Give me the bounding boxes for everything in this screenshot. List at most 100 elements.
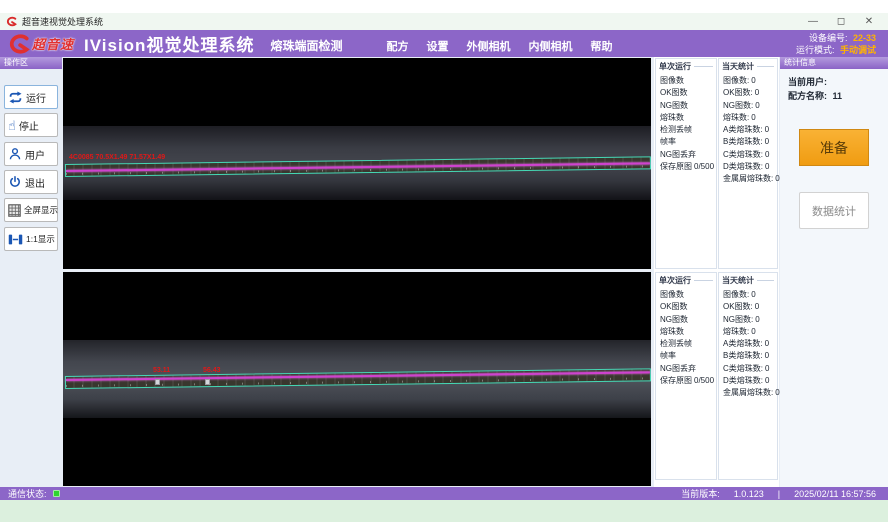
current-user-label: 当前用户: <box>788 77 827 87</box>
operation-sidebar: 操作区 运行 ☝ 停止 用户 退出 <box>0 57 62 487</box>
menu-item[interactable]: 配方 <box>386 38 408 54</box>
stat-label: A类熔珠数: <box>723 339 763 348</box>
single-run-rows-lower: 图像数 OK图数 NG图数 熔珠数 检测丢帧 帧率 NG图丢弃 保存原图0/50… <box>656 286 716 387</box>
app-title: IVision视觉处理系统 <box>84 31 254 56</box>
one-to-one-button[interactable]: 1:1显示 <box>4 227 58 251</box>
fullscreen-button[interactable]: 全屏显示 <box>4 198 58 222</box>
maximize-icon[interactable]: ◻ <box>834 16 848 27</box>
daily-stats-rows-lower: 图像数:0 OK图数:0 NG图数:0 熔珠数:0 A类熔珠数:0 B类熔珠数:… <box>719 286 777 400</box>
menu-item[interactable]: 设置 <box>426 38 448 54</box>
prepare-button[interactable]: 准备 <box>799 129 869 166</box>
stat-row: 熔珠数:0 <box>723 326 776 338</box>
stat-label: 熔珠数: <box>723 327 749 336</box>
stat-row: 金属屑熔珠数:0 <box>723 387 776 399</box>
data-statistics-button[interactable]: 数据统计 <box>799 192 869 229</box>
stat-label: B类熔珠数: <box>723 137 763 146</box>
stat-row: D类熔珠数:0 <box>723 161 776 173</box>
stat-label: 图像数 <box>660 290 684 299</box>
stat-row: OK图数:0 <box>723 87 776 99</box>
stat-value: 0 <box>751 290 755 299</box>
recipe-name-value: 11 <box>833 91 843 101</box>
window-controls: — ◻ ✕ <box>806 16 882 27</box>
minimize-icon[interactable]: — <box>806 16 820 27</box>
stat-label: A类熔珠数: <box>723 125 763 134</box>
stat-label: 金属屑熔珠数: <box>723 388 773 397</box>
stat-row: NG图数:0 <box>723 100 776 112</box>
menu-bar: 配方 设置 外侧相机 内侧相机 帮助 <box>386 38 612 54</box>
comm-status-label: 通信状态: <box>8 487 47 500</box>
camera2-defect-marker <box>155 379 160 385</box>
stat-row: 熔珠数:0 <box>723 112 776 124</box>
group-title: 当天统计 <box>719 59 777 72</box>
camera-view-outer: 4C0085 70.5X1.49 71.57X1.49 <box>63 58 651 269</box>
stat-label: OK图数 <box>660 302 688 311</box>
stat-label: 金属屑熔珠数: <box>723 174 773 183</box>
stat-row: D类熔珠数:0 <box>723 375 776 387</box>
stat-row: 帧率 <box>660 136 715 148</box>
stat-label: B类熔珠数: <box>723 351 763 360</box>
stat-value: 0 <box>765 150 769 159</box>
stat-row: 金属屑熔珠数:0 <box>723 173 776 185</box>
stat-label: OK图数: <box>723 88 753 97</box>
stat-row: OK图数:0 <box>723 301 776 313</box>
stat-row: A类熔珠数:0 <box>723 338 776 350</box>
info-panel-title: 统计信息 <box>780 57 888 69</box>
stat-row: NG图数 <box>660 100 715 112</box>
daily-stats-rows-upper: 图像数:0 OK图数:0 NG图数:0 熔珠数:0 A类熔珠数:0 B类熔珠数:… <box>719 72 777 186</box>
single-run-group-lower: 单次运行 图像数 OK图数 NG图数 熔珠数 检测丢帧 帧率 NG图丢弃 <box>655 272 717 480</box>
stat-row: 保存原图0/500 <box>660 375 715 387</box>
stat-label: 熔珠数 <box>660 327 684 336</box>
stat-value: 0 <box>765 364 769 373</box>
stat-value: 0 <box>765 351 769 360</box>
brand-logo: 超音速 <box>8 33 74 55</box>
fullscreen-button-label: 全屏显示 <box>24 204 58 216</box>
run-loop-icon <box>8 90 23 105</box>
window-title: 超音速视觉处理系统 <box>22 15 103 28</box>
stat-label: C类熔珠数: <box>723 364 763 373</box>
stat-label: 检测丢帧 <box>660 125 692 134</box>
app-logo-icon <box>6 16 17 27</box>
stat-row: NG图丢弃 <box>660 149 715 161</box>
stat-label: 保存原图 <box>660 162 692 171</box>
single-run-rows-upper: 图像数 OK图数 NG图数 熔珠数 检测丢帧 帧率 NG图丢弃 保存原图0/50… <box>656 72 716 173</box>
menu-item[interactable]: 帮助 <box>590 38 612 54</box>
stat-value: 0 <box>765 162 769 171</box>
stat-row: A类熔珠数:0 <box>723 124 776 136</box>
fullscreen-grid-icon <box>8 204 21 217</box>
stat-label: NG图数 <box>660 101 688 110</box>
stat-row: C类熔珠数:0 <box>723 363 776 375</box>
camera2-measurement-annotation: 53.11 <box>153 367 170 374</box>
run-mode-value: 手动调试 <box>840 45 876 55</box>
stat-value: 0 <box>755 101 759 110</box>
stat-row: 检测丢帧 <box>660 124 715 136</box>
user-button[interactable]: 用户 <box>4 142 58 166</box>
stat-value: 0 <box>765 376 769 385</box>
stat-row: 检测丢帧 <box>660 338 715 350</box>
menu-item[interactable]: 外侧相机 <box>466 38 510 54</box>
stat-row: C类熔珠数:0 <box>723 149 776 161</box>
stat-label: D类熔珠数: <box>723 376 763 385</box>
run-mode-label: 运行模式: <box>796 45 835 55</box>
stat-row: 熔珠数 <box>660 326 715 338</box>
daily-stats-group-upper: 当天统计 图像数:0 OK图数:0 NG图数:0 熔珠数:0 A类熔珠数:0 B… <box>718 58 778 269</box>
stat-label: 熔珠数: <box>723 113 749 122</box>
run-button-label: 运行 <box>26 90 46 105</box>
datetime-value: 2025/02/11 16:57:56 <box>794 489 876 499</box>
stat-label: D类熔珠数: <box>723 162 763 171</box>
stat-label: 熔珠数 <box>660 113 684 122</box>
stat-value: 0/500 <box>694 376 714 385</box>
stat-value: 0 <box>755 88 759 97</box>
stat-row: OK图数 <box>660 87 715 99</box>
stat-row: 熔珠数 <box>660 112 715 124</box>
stop-button[interactable]: ☝ 停止 <box>4 113 58 137</box>
status-separator: | <box>778 489 780 499</box>
app-window: 超音速视觉处理系统 — ◻ ✕ 超音速 IVision视觉处理系统 熔珠端面检测… <box>0 0 888 522</box>
close-icon[interactable]: ✕ <box>862 16 876 27</box>
group-title: 单次运行 <box>656 273 716 286</box>
stop-button-label: 停止 <box>19 118 39 133</box>
user-button-label: 用户 <box>25 147 45 162</box>
menu-item[interactable]: 内侧相机 <box>528 38 572 54</box>
stat-label: NG图数: <box>723 315 753 324</box>
exit-button[interactable]: 退出 <box>4 170 58 194</box>
run-button[interactable]: 运行 <box>4 85 58 109</box>
